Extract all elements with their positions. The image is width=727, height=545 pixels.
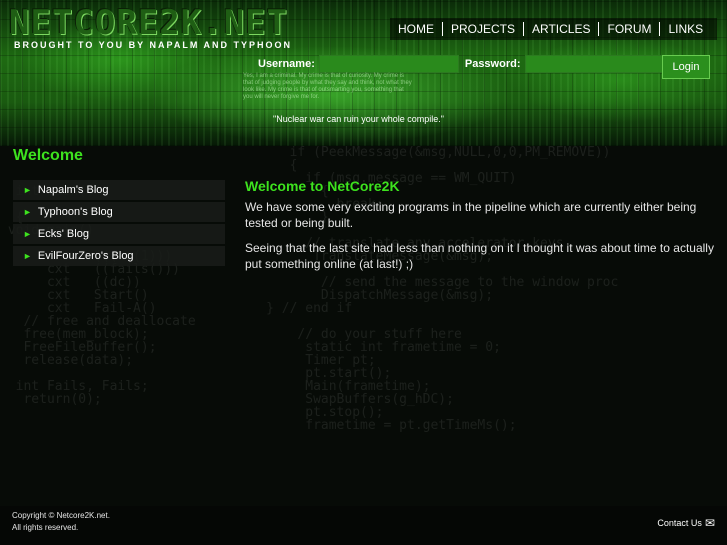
sidebar-item-label: Napalm's Blog xyxy=(37,184,109,196)
password-label: Password: xyxy=(464,58,521,70)
header-manifesto-text: Yes, I am a criminal. My crime is that o… xyxy=(243,73,412,100)
sidebar-item-napalm-blog[interactable]: ► Napalm's Blog xyxy=(13,180,225,200)
username-label: Username: xyxy=(258,58,315,70)
rights-line: All rights reserved. xyxy=(12,523,79,532)
contact-us-label: Contact Us xyxy=(657,518,702,528)
contact-us-link[interactable]: Contact Us ✉ xyxy=(657,516,715,530)
article-heading: Welcome to NetCore2K xyxy=(245,178,400,194)
sidebar-menu: ► Napalm's Blog ► Typhoon's Blog ► Ecks'… xyxy=(13,180,225,268)
nav-home[interactable]: HOME xyxy=(390,22,442,36)
nav-projects[interactable]: PROJECTS xyxy=(442,22,523,36)
article-paragraph: Seeing that the last site had less than … xyxy=(245,241,714,271)
site-logo[interactable]: NETCORE2K.NET xyxy=(9,4,288,42)
nav-articles[interactable]: ARTICLES xyxy=(523,22,598,36)
nav-forum[interactable]: FORUM xyxy=(598,22,659,36)
sidebar-item-label: Ecks' Blog xyxy=(37,228,89,240)
envelope-icon: ✉ xyxy=(704,516,715,530)
password-input[interactable] xyxy=(524,55,665,73)
article-paragraph: We have some very exciting programs in t… xyxy=(245,200,697,230)
sidebar-item-typhoon-blog[interactable]: ► Typhoon's Blog xyxy=(13,202,225,222)
nav-links[interactable]: LINKS xyxy=(659,22,711,36)
site-header: NETCORE2K.NET BROUGHT TO YOU BY NAPALM A… xyxy=(0,0,727,146)
sidebar-item-ecks-blog[interactable]: ► Ecks' Blog xyxy=(13,224,225,244)
copyright-line: Copyright © Netcore2K.net. xyxy=(12,511,110,520)
login-form: Username: Password: xyxy=(258,55,671,73)
username-input[interactable] xyxy=(318,55,459,73)
article-content: Welcome to NetCore2K We have some very e… xyxy=(245,178,720,281)
page-title: Welcome xyxy=(13,147,83,164)
arrow-right-icon: ► xyxy=(23,251,32,261)
sidebar-item-label: EvilFourZero's Blog xyxy=(37,250,134,262)
site-footer: Copyright © Netcore2K.net. All rights re… xyxy=(0,506,727,545)
arrow-right-icon: ► xyxy=(23,207,32,217)
main-nav: HOME PROJECTS ARTICLES FORUM LINKS xyxy=(390,18,718,40)
arrow-right-icon: ► xyxy=(23,185,32,195)
main-area: if (PeekMessage(&msg,NULL,0,0,PM_REMOVE)… xyxy=(0,146,727,506)
site-tagline: BROUGHT TO YOU BY NAPALM AND TYPHOON xyxy=(14,40,293,50)
copyright-text: Copyright © Netcore2K.net. All rights re… xyxy=(12,510,110,534)
arrow-right-icon: ► xyxy=(23,229,32,239)
login-button[interactable]: Login xyxy=(662,55,710,79)
sidebar-item-label: Typhoon's Blog xyxy=(37,206,113,218)
sidebar-item-evilfourzero-blog[interactable]: ► EvilFourZero's Blog xyxy=(13,246,225,266)
header-quote: "Nuclear war can ruin your whole compile… xyxy=(273,114,444,124)
